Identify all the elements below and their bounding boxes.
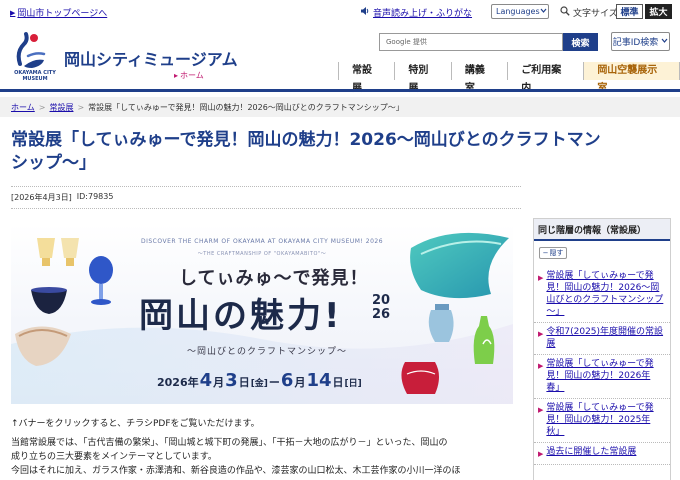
triangle-right-icon: ▶	[538, 274, 544, 282]
article-paragraph: 今回はそれに加え、ガラス作家・赤澤清和、新谷良造の作品や、漆芸家の山口松太、木工…	[11, 466, 461, 476]
breadcrumb: ホーム > 常設展 > 常設展「してぃみゅーで発見！岡山の魅力！2026～岡山び…	[0, 97, 680, 117]
banner-end-day-unit: 日	[332, 376, 344, 389]
banner-date-dash: ー	[268, 376, 280, 389]
gnav-guide[interactable]: ご利用案内	[507, 62, 583, 94]
banner-subtitle: ～岡山びとのクラフトマンシップ～	[187, 347, 347, 357]
triangle-right-icon: ▶	[538, 406, 544, 414]
chevron-right-icon: ▸	[174, 71, 179, 80]
article-paragraph: 当館常設展では、「古代吉備の繁栄」、「岡山城と城下町の発展」、「干拓－大地の広が…	[11, 438, 448, 448]
font-size-label: 文字サイズ	[560, 6, 618, 19]
banner-catchphrase: してぃみゅ～で発見！	[179, 268, 369, 289]
page-meta: [2026年4月3日] ID:79835	[11, 192, 113, 203]
banner-end-weekday: [日]	[344, 379, 362, 389]
city-top-link[interactable]: ▶ 岡山市トップページへ	[10, 6, 108, 20]
font-large-button[interactable]: 拡大	[645, 4, 672, 19]
id-search-select[interactable]: 記事ID検索	[611, 32, 670, 51]
header-divider	[0, 89, 680, 92]
city-top-link-label: 岡山市トップページへ	[17, 9, 108, 19]
article-paragraph: 成り立ちの三大要素をメインテーマとしています。	[11, 452, 217, 462]
utility-bar: ▶ 岡山市トップページへ 音声読み上げ・ふりがな Languages 文字サイズ…	[0, 0, 680, 24]
banner-year-b: 26	[371, 307, 391, 322]
font-normal-button[interactable]: 標準	[616, 4, 643, 19]
search-placeholder: Google 提供	[386, 38, 427, 46]
page-id: ID:79835	[76, 192, 114, 201]
sidebar-hide-button[interactable]: − 隠す	[539, 247, 567, 259]
sidebar-item-label: 常設展「してぃみゅーで発見！岡山の魅力！2026～岡山びとのクラフトマンシップ～…	[546, 271, 664, 317]
site-title[interactable]: 岡山シティミュージアム	[64, 46, 238, 70]
sidebar-item-label: 令和7(2025)年度開催の常設展	[546, 327, 664, 349]
banner-start-month: 4	[199, 370, 213, 391]
banner-end-month: 6	[280, 370, 294, 391]
sidebar-list: ▶ 常設展「してぃみゅーで発見！岡山の魅力！2026～岡山びとのクラフトマンシッ…	[534, 267, 670, 465]
publish-date: [2026年4月3日]	[11, 193, 72, 202]
banner-caption: ↑バナーをクリックすると、チラシPDFをご覧いただけます。	[11, 419, 260, 429]
page-title-line1: 常設展「してぃみゅーで発見！岡山の魅力！2026～岡山びとのクラフトマン	[11, 130, 601, 150]
banner-year-a: 20	[371, 293, 391, 308]
search-input[interactable]: Google 提供	[379, 33, 563, 51]
sidebar-item[interactable]: ▶ 令和7(2025)年度開催の常設展	[534, 323, 670, 355]
search-button[interactable]: 検索	[563, 33, 598, 51]
banner-start-weekday: [金]	[250, 379, 268, 389]
sidebar-item[interactable]: ▶ 常設展「してぃみゅーで発見！岡山の魅力！2026～岡山びとのクラフトマンシッ…	[534, 267, 670, 323]
breadcrumb-parent[interactable]: 常設展	[49, 102, 73, 113]
sidebar-item[interactable]: ▶ 常設展「してぃみゅーで発見！岡山の魅力！2026年 春」	[534, 355, 670, 399]
logo-subtext: OKAYAMA CITY MUSEUM	[14, 70, 56, 82]
banner-date-year: 2026年	[157, 376, 199, 389]
id-search-label: 記事ID検索	[612, 38, 659, 48]
triangle-right-icon: ▶	[538, 362, 544, 370]
page-title: 常設展「してぃみゅーで発見！岡山の魅力！2026～岡山びとのクラフトマン シップ…	[11, 129, 661, 175]
languages-select[interactable]: Languages	[491, 4, 549, 19]
languages-label: Languages	[496, 7, 540, 16]
gnav-special[interactable]: 特別展	[394, 62, 450, 94]
banner-dates: 2026年 4 月 3 日 [金] ー 6 月 14 日 [日]	[157, 370, 362, 391]
meta-divider	[11, 208, 521, 209]
gnav-permanent[interactable]: 常設展	[338, 62, 394, 94]
chevron-right-icon: ▶	[10, 8, 16, 17]
voice-reading-label: 音声読み上げ・ふりがな	[373, 9, 473, 19]
voice-reading-link[interactable]: 音声読み上げ・ふりがな	[360, 6, 472, 19]
banner-end-month-unit: 月	[294, 376, 306, 389]
chevron-down-icon	[540, 7, 547, 16]
site-home-link[interactable]: ▸ ホーム	[174, 70, 204, 81]
triangle-right-icon: ▶	[538, 330, 544, 338]
banner-start-day: 3	[225, 370, 238, 391]
banner-start-month-unit: 月	[213, 376, 225, 389]
minus-icon: −	[542, 249, 549, 257]
article-body: 当館常設展では、「古代吉備の繁栄」、「岡山城と城下町の発展」、「干拓－大地の広が…	[11, 436, 521, 478]
magnifier-icon	[560, 6, 570, 19]
breadcrumb-current: 常設展「してぃみゅーで発見！岡山の魅力！2026～岡山びとのクラフトマンシップ～…	[88, 102, 404, 112]
breadcrumb-home[interactable]: ホーム	[11, 102, 35, 113]
banner-english-subtitle: ～THE CRAFTMANSHIP OF "OKAYAMABITO"～	[197, 251, 327, 257]
sidebar-item-label: 常設展「してぃみゅーで発見！岡山の魅力！2025年 秋」	[546, 403, 654, 437]
breadcrumb-separator-icon: >	[38, 102, 46, 112]
global-nav: 常設展 特別展 講義室 ご利用案内 岡山空襲展示室	[338, 62, 680, 94]
triangle-right-icon: ▶	[538, 450, 544, 458]
gnav-lecture[interactable]: 講義室	[450, 62, 507, 94]
site-home-label: ホーム	[180, 71, 204, 80]
gnav-air-raid[interactable]: 岡山空襲展示室	[583, 62, 680, 94]
sidebar-item-label: 過去に開催した常設展	[546, 447, 637, 457]
banner-year: 20 26	[369, 294, 393, 322]
sidebar-hide-label: 隠す	[549, 249, 564, 257]
banner-english-title: DISCOVER THE CHARM OF OKAYAMA AT OKAYAMA…	[140, 238, 384, 245]
sidebar-item-label: 常設展「してぃみゅーで発見！岡山の魅力！2026年 春」	[546, 359, 654, 393]
exhibition-banner[interactable]: DISCOVER THE CHARM OF OKAYAMA AT OKAYAMA…	[11, 224, 513, 404]
museum-logo-icon[interactable]	[14, 30, 48, 70]
page-title-line2: シップ～」	[11, 153, 96, 173]
breadcrumb-separator-icon: >	[77, 102, 85, 112]
banner-end-day: 14	[306, 370, 332, 391]
meta-divider	[11, 186, 521, 187]
sidebar-item[interactable]: ▶ 常設展「してぃみゅーで発見！岡山の魅力！2025年 秋」	[534, 399, 670, 443]
banner-start-day-unit: 日	[238, 376, 250, 389]
font-size-text: 文字サイズ	[573, 9, 618, 19]
chevron-down-icon	[661, 37, 668, 47]
sidebar-heading: 同じ階層の情報（常設展）	[534, 219, 670, 241]
banner-main-title: 岡山の魅力!	[139, 296, 343, 336]
speaker-icon	[360, 6, 370, 19]
sidebar-related: 同じ階層の情報（常設展） − 隠す ▶ 常設展「してぃみゅーで発見！岡山の魅力！…	[533, 218, 671, 480]
sidebar-item[interactable]: ▶ 過去に開催した常設展	[534, 443, 670, 465]
